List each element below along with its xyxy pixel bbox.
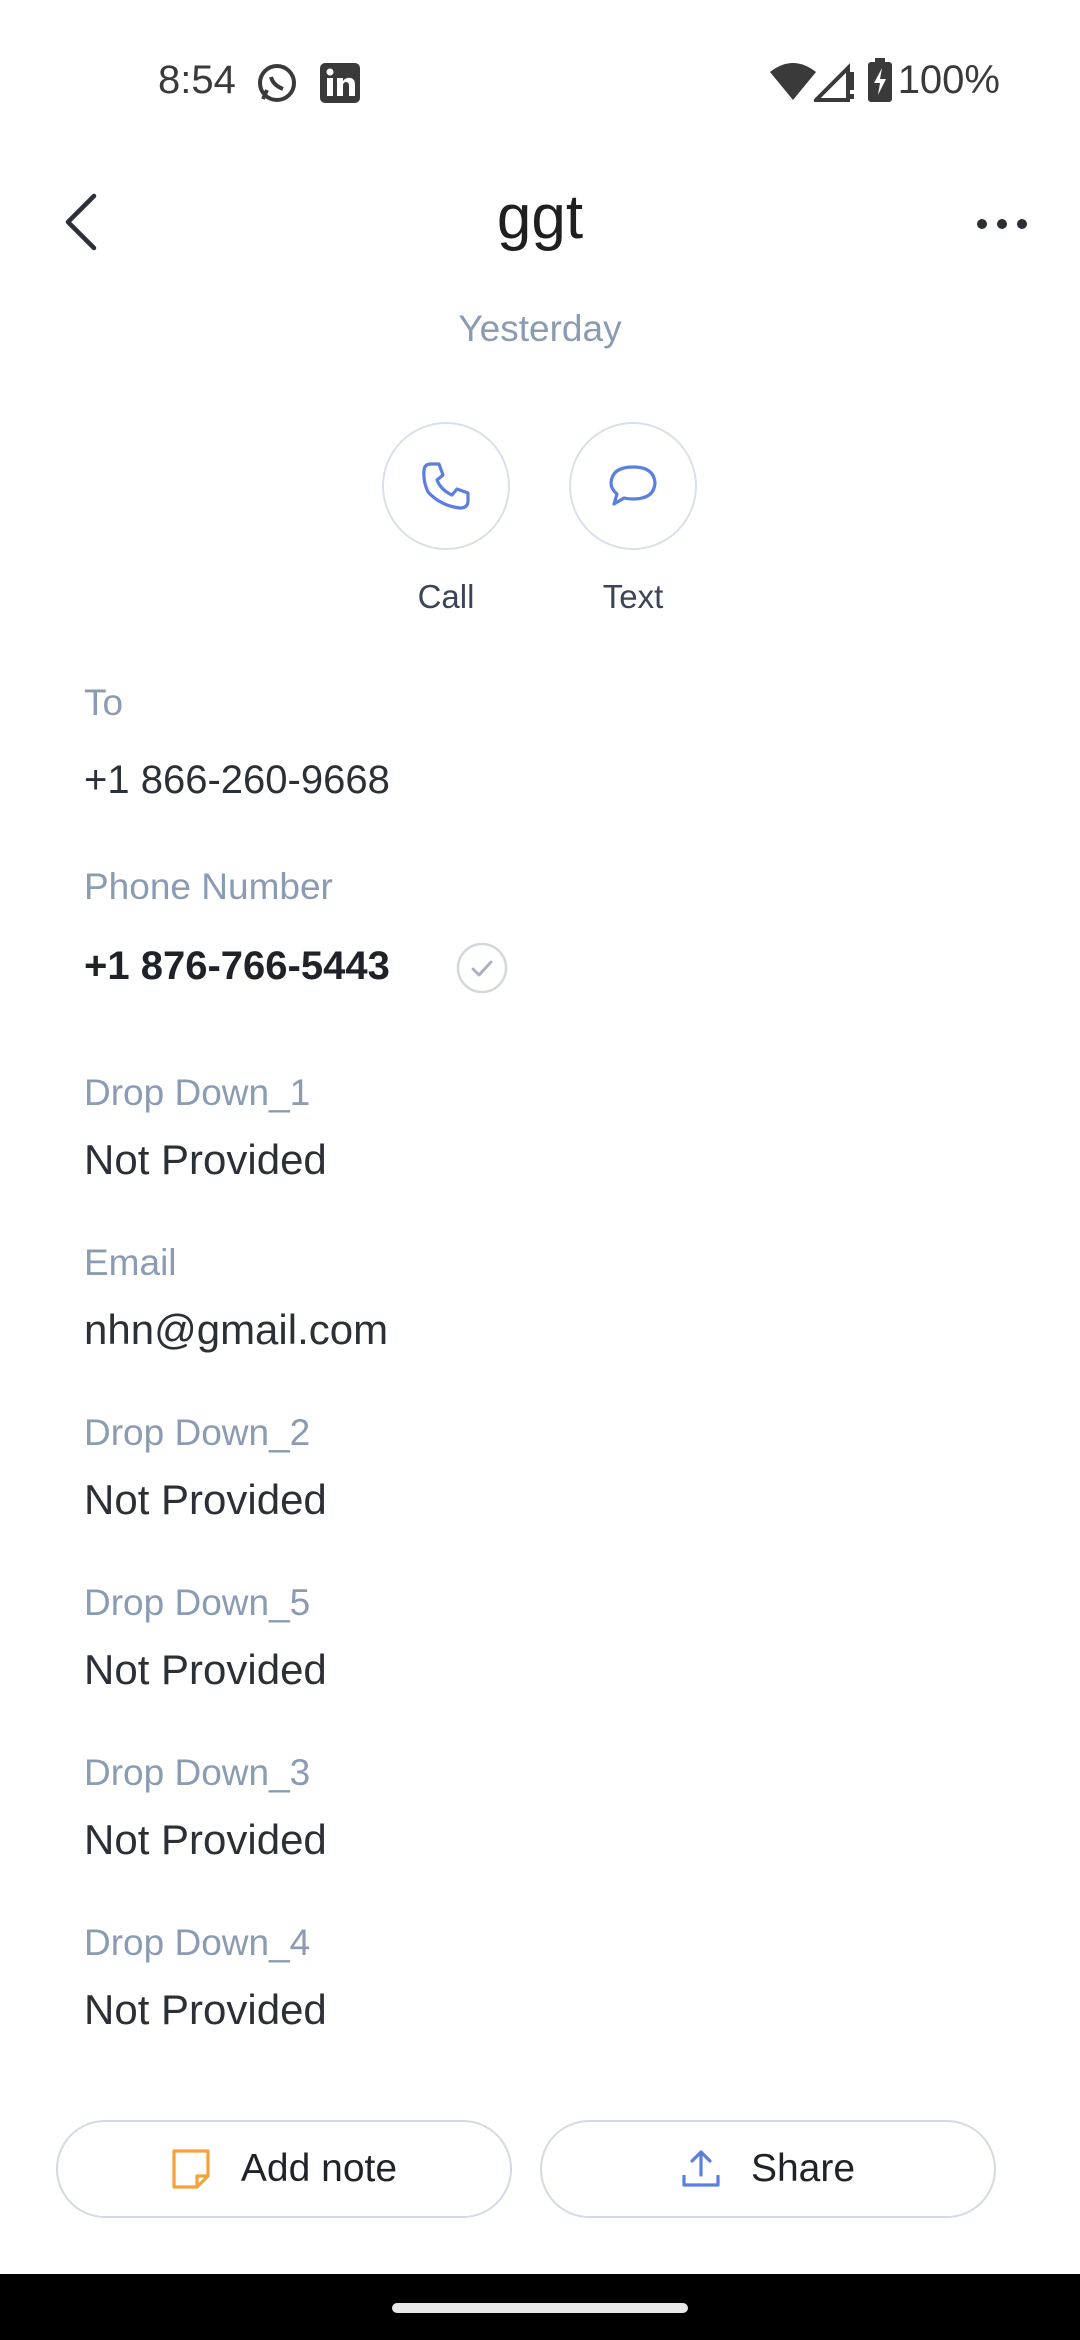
phone-number-value[interactable]: +1 876-766-5443 (84, 944, 390, 989)
cellular-signal-icon (814, 63, 854, 102)
whatsapp-icon (258, 64, 296, 102)
status-bar: 8:54 100% (0, 0, 1080, 165)
battery-percentage: 100% (897, 58, 1000, 102)
chat-bubble-icon (609, 465, 657, 506)
home-gesture-handle[interactable] (392, 2303, 688, 2313)
dropdown-1-label: Drop Down_1 (84, 1072, 311, 1113)
share-label: Share (750, 2147, 856, 2190)
note-icon (172, 2149, 210, 2189)
dropdown-3-label: Drop Down_3 (84, 1752, 311, 1793)
phone-icon (422, 462, 470, 510)
email-value: nhn@gmail.com (84, 1306, 389, 1353)
text-label: Text (602, 578, 664, 615)
call-date: Yesterday (458, 308, 622, 349)
call-button-circle[interactable] (382, 422, 510, 550)
to-label: To (84, 682, 124, 723)
dropdown-4-value: Not Provided (84, 1986, 327, 2033)
call-detail-screen: 8:54 100% ggt Yesterday Call Text To +1 … (0, 0, 1080, 2340)
dropdown-5-value: Not Provided (84, 1646, 327, 1693)
dropdown-4-label: Drop Down_4 (84, 1922, 311, 1963)
add-note-label: Add note (240, 2147, 398, 2190)
more-dots-icon[interactable] (976, 204, 1028, 244)
add-note-button[interactable]: Add note (56, 2120, 512, 2218)
dropdown-1-value: Not Provided (84, 1136, 327, 1183)
wifi-icon (770, 63, 816, 100)
text-button-circle[interactable] (569, 422, 697, 550)
check-circle-icon (456, 942, 508, 994)
call-button[interactable]: Call (379, 422, 513, 616)
status-time: 8:54 (158, 58, 236, 102)
dropdown-3-value: Not Provided (84, 1816, 327, 1863)
phone-number-label: Phone Number (84, 866, 333, 907)
page-title: ggt (496, 183, 584, 252)
dropdown-2-label: Drop Down_2 (84, 1412, 311, 1453)
dropdown-5-label: Drop Down_5 (84, 1582, 311, 1623)
email-label: Email (84, 1242, 177, 1283)
call-label: Call (417, 578, 475, 615)
to-number: +1 866-260-9668 (84, 758, 390, 802)
dropdown-2-value: Not Provided (84, 1476, 327, 1523)
text-button[interactable]: Text (566, 422, 700, 616)
share-button[interactable]: Share (540, 2120, 996, 2218)
linkedin-icon (320, 63, 360, 103)
battery-charging-icon (868, 58, 892, 102)
share-upload-icon (682, 2150, 720, 2187)
